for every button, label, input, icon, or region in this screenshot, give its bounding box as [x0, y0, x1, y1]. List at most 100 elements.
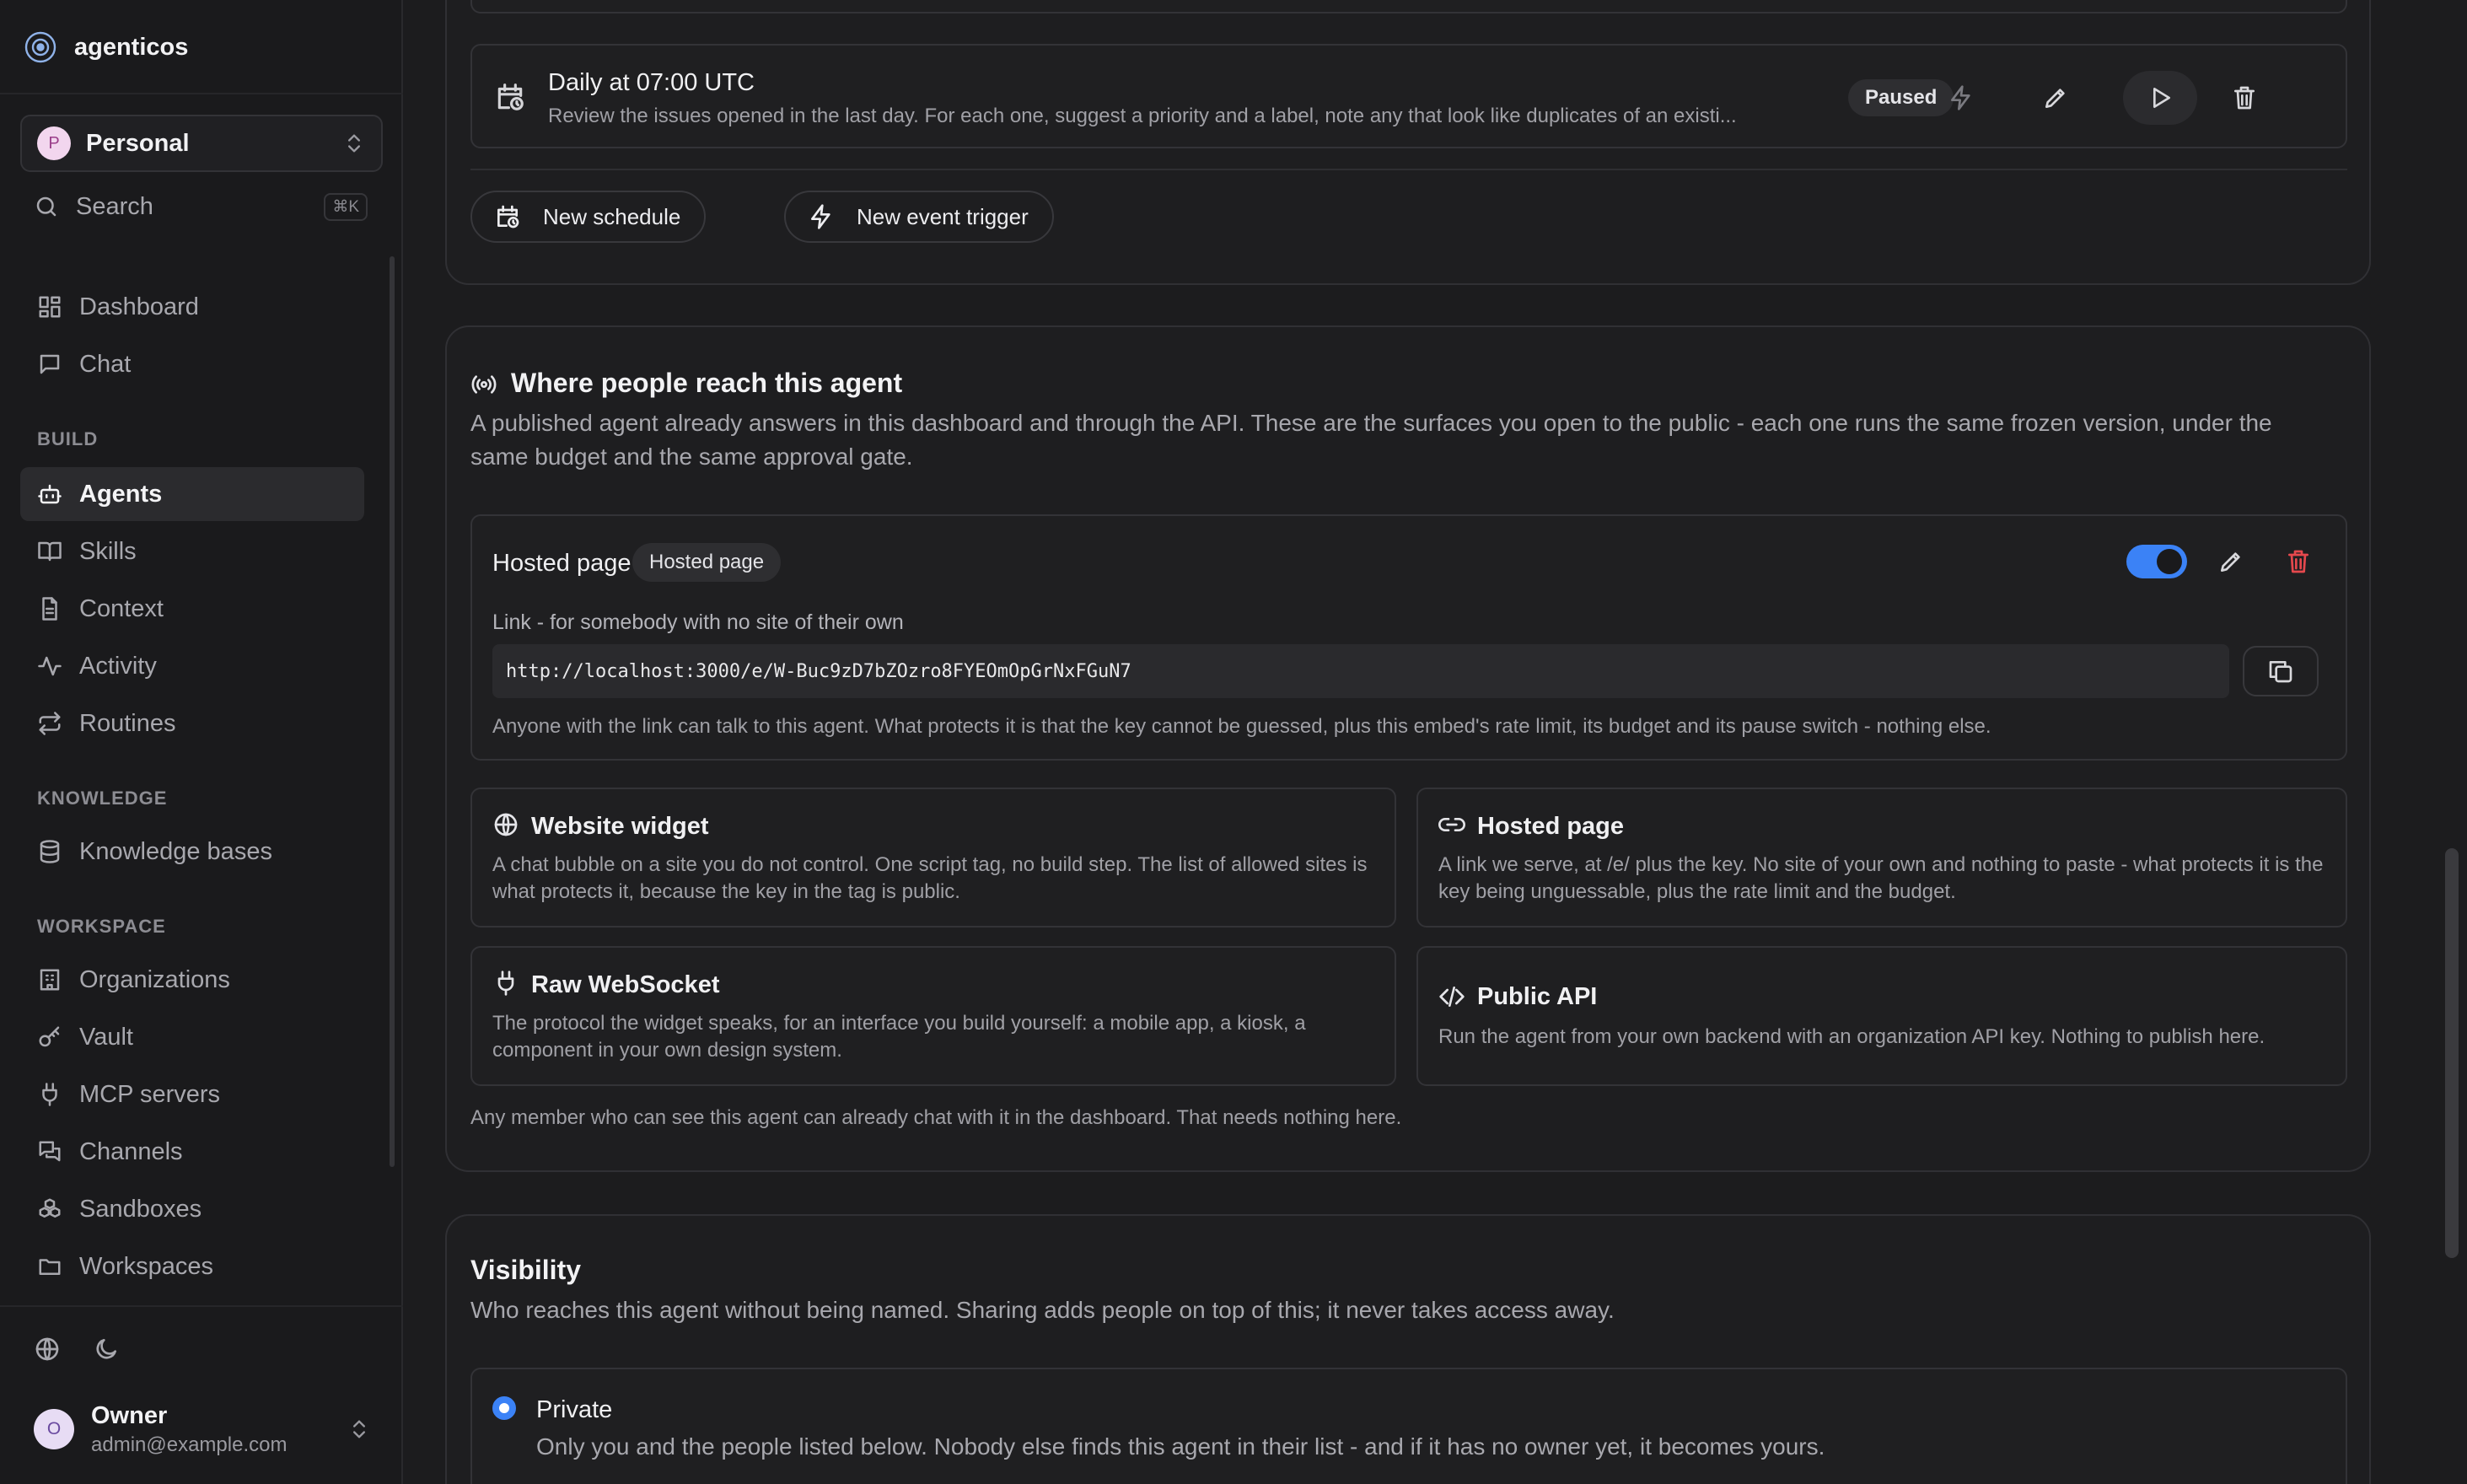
option-hosted-page[interactable]: Hosted page A link we serve, at /e/ plus… — [1416, 788, 2347, 928]
nav-mcp-servers[interactable]: MCP servers — [20, 1067, 364, 1121]
reach-footer-note: Any member who can see this agent can al… — [470, 1106, 1402, 1129]
nav-sandboxes[interactable]: Sandboxes — [20, 1182, 364, 1236]
chevrons-up-down-icon — [348, 134, 360, 153]
calendar-clock-icon — [497, 205, 519, 229]
option-public-api[interactable]: Public API Run the agent from your own b… — [1416, 946, 2347, 1086]
database-icon — [40, 840, 60, 863]
visibility-title: Visibility — [470, 1255, 582, 1285]
nav-label: Skills — [79, 537, 137, 565]
nav-dashboard[interactable]: Dashboard — [20, 280, 364, 334]
boxes-icon — [39, 1198, 61, 1218]
document-icon — [42, 597, 57, 621]
nav-label: Sandboxes — [79, 1195, 202, 1223]
user-menu[interactable]: O Owner admin@example.com — [34, 1400, 371, 1459]
search-button[interactable]: Search ⌘K — [34, 187, 368, 226]
search-icon — [36, 196, 56, 217]
nav-skills[interactable]: Skills — [20, 524, 364, 578]
new-event-trigger-label: New event trigger — [857, 203, 1029, 229]
visibility-description: Who reaches this agent without being nam… — [470, 1297, 1615, 1323]
nav-vault[interactable]: Vault — [20, 1010, 364, 1064]
repeat-icon — [39, 712, 61, 735]
divider — [470, 169, 2347, 170]
zap-icon — [811, 204, 830, 229]
nav-organizations[interactable]: Organizations — [20, 953, 364, 1007]
user-email: admin@example.com — [91, 1433, 288, 1456]
new-event-trigger-button[interactable]: New event trigger — [784, 191, 1054, 243]
copy-url-button[interactable] — [2243, 646, 2319, 696]
fire-now-button[interactable] — [1938, 74, 1985, 121]
building-icon — [40, 969, 60, 991]
brand[interactable]: agenticos — [22, 25, 188, 69]
private-radio[interactable] — [492, 1396, 516, 1420]
embed-title: Hosted page — [492, 550, 632, 577]
search-label: Search — [76, 192, 153, 220]
nav-label: Channels — [79, 1137, 183, 1165]
workspace-name: Personal — [86, 129, 190, 157]
key-icon — [39, 1026, 60, 1047]
zap-icon — [1951, 85, 1970, 110]
workspace-avatar: P — [37, 126, 71, 160]
nav-workspaces[interactable]: Workspaces — [20, 1239, 364, 1293]
edit-embed-button[interactable] — [2207, 538, 2255, 585]
messages-icon — [39, 1141, 61, 1162]
activity-icon — [38, 656, 62, 676]
nav-context[interactable]: Context — [20, 582, 364, 636]
nav-chat[interactable]: Chat — [20, 337, 364, 391]
triggers-card: Daily at 07:00 UTC Review the issues ope… — [445, 0, 2371, 285]
page-scrollbar[interactable] — [2445, 848, 2459, 1258]
reach-description: A published agent already answers in thi… — [470, 410, 2272, 470]
option-title: Website widget — [531, 813, 709, 840]
option-website-widget[interactable]: Website widget A chat bubble on a site y… — [470, 788, 1396, 928]
nav-label: Chat — [79, 350, 132, 378]
nav-label: Workspaces — [79, 1252, 214, 1280]
section-build: BUILD — [37, 428, 99, 449]
nav-label: Routines — [79, 709, 176, 737]
pencil-icon — [2221, 552, 2240, 572]
reach-card: Where people reach this agent A publishe… — [445, 325, 2371, 1172]
dashboard-icon — [39, 296, 61, 318]
calendar-clock-icon — [497, 83, 524, 110]
nav-agents[interactable]: Agents — [20, 467, 364, 521]
agenticos-logo-icon — [24, 31, 56, 63]
nav-knowledge-bases[interactable]: Knowledge bases — [20, 825, 364, 879]
embed-enabled-toggle[interactable] — [2126, 545, 2187, 578]
new-schedule-button[interactable]: New schedule — [470, 191, 707, 243]
delete-schedule-button[interactable] — [2221, 74, 2268, 121]
option-description: Only you and the people listed below. No… — [536, 1433, 1825, 1460]
nav-label: Knowledge bases — [79, 837, 272, 865]
option-raw-websocket[interactable]: Raw WebSocket The protocol the widget sp… — [470, 946, 1396, 1086]
nav-channels[interactable]: Channels — [20, 1125, 364, 1179]
delete-embed-button[interactable] — [2275, 538, 2322, 585]
sidebar-footer-icons — [34, 1336, 120, 1363]
schedule-description: Review the issues opened in the last day… — [548, 105, 1737, 127]
nav-label: Vault — [79, 1023, 133, 1051]
resume-schedule-button[interactable] — [2123, 71, 2197, 125]
nav-label: MCP servers — [79, 1080, 221, 1108]
link-icon — [1438, 818, 1465, 831]
embed-url-field[interactable]: http://localhost:3000/e/W-Buc9zD7bZOzro8… — [492, 644, 2229, 698]
user-name: Owner — [91, 1401, 168, 1429]
play-icon — [2153, 88, 2170, 108]
sidebar-scrollbar[interactable] — [390, 256, 395, 1167]
moon-icon[interactable] — [93, 1336, 120, 1363]
workspace-switcher[interactable]: P Personal — [20, 115, 383, 172]
broadcast-icon — [471, 375, 497, 394]
nav-label: Context — [79, 594, 164, 622]
visibility-option-private[interactable]: Private Only you and the people listed b… — [470, 1368, 2347, 1484]
chat-icon — [40, 354, 60, 374]
link-label: Link - for somebody with no site of thei… — [492, 610, 904, 634]
option-description: A chat bubble on a site you do not contr… — [492, 853, 1368, 903]
edit-schedule-button[interactable] — [2032, 74, 2079, 121]
globe-icon[interactable] — [34, 1336, 61, 1363]
nav-label: Activity — [79, 652, 157, 680]
avatar: O — [34, 1409, 74, 1449]
new-schedule-label: New schedule — [543, 203, 681, 229]
nav-routines[interactable]: Routines — [20, 696, 364, 750]
nav-activity[interactable]: Activity — [20, 639, 364, 693]
schedule-title: Daily at 07:00 UTC — [548, 69, 755, 96]
globe-icon — [494, 813, 518, 836]
nav-label: Agents — [79, 480, 163, 508]
section-workspace: WORKSPACE — [37, 916, 166, 937]
option-title: Raw WebSocket — [531, 971, 720, 998]
section-knowledge: KNOWLEDGE — [37, 788, 168, 809]
